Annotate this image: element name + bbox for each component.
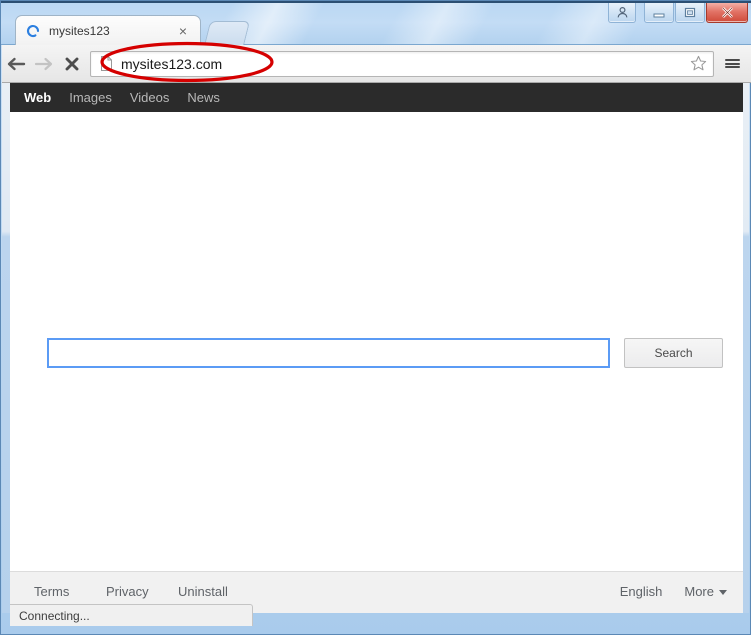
window-left-edge: [2, 83, 10, 613]
site-nav-item-videos[interactable]: Videos: [130, 90, 170, 105]
address-bar-url: mysites123.com: [121, 55, 223, 72]
page-viewport: Web Images Videos News Search Terms Priv…: [10, 83, 743, 613]
forward-button: [30, 50, 58, 78]
browser-window: mysites123 × mysites123.com Web Images V…: [0, 0, 751, 635]
address-bar[interactable]: mysites123.com: [90, 50, 714, 77]
back-arrow-icon: [7, 57, 26, 70]
chevron-down-icon: [719, 590, 727, 596]
browser-tab[interactable]: mysites123 ×: [15, 15, 201, 45]
status-bubble: Connecting...: [10, 604, 253, 626]
footer-language[interactable]: English: [620, 584, 663, 599]
search-input[interactable]: [47, 338, 610, 368]
search-button[interactable]: Search: [624, 338, 723, 368]
footer-more-label: More: [684, 584, 714, 599]
status-text: Connecting...: [19, 608, 90, 623]
tab-title: mysites123: [49, 23, 110, 38]
footer-more-dropdown[interactable]: More: [684, 584, 727, 599]
chrome-menu-button[interactable]: [719, 51, 745, 77]
site-navigation-bar: Web Images Videos News: [10, 83, 743, 112]
footer-link-privacy[interactable]: Privacy: [106, 584, 178, 599]
hamburger-icon: [724, 58, 740, 70]
footer-links-left: Terms Privacy Uninstall: [34, 584, 250, 599]
search-row: Search: [47, 338, 723, 368]
new-tab-button[interactable]: [203, 21, 251, 46]
screenshot-root: mysites123 × mysites123.com Web Images V…: [0, 0, 751, 635]
stop-button[interactable]: [58, 50, 86, 78]
bookmark-star-icon[interactable]: [690, 55, 707, 72]
loading-spinner-icon: [26, 24, 40, 38]
browser-toolbar: mysites123.com: [2, 45, 751, 83]
footer-link-uninstall[interactable]: Uninstall: [178, 584, 250, 599]
tab-close-icon[interactable]: ×: [175, 23, 191, 39]
back-button[interactable]: [2, 50, 30, 78]
site-nav-item-web[interactable]: Web: [24, 90, 51, 105]
page-document-icon: [100, 56, 113, 71]
window-titlebar: mysites123 ×: [1, 1, 751, 46]
forward-arrow-icon: [34, 57, 53, 70]
stop-x-icon: [65, 57, 79, 70]
tab-strip: mysites123 ×: [1, 15, 751, 46]
footer-links-right: English More: [598, 584, 727, 599]
site-nav-item-images[interactable]: Images: [69, 90, 112, 105]
site-nav-item-news[interactable]: News: [187, 90, 220, 105]
footer-link-terms[interactable]: Terms: [34, 584, 106, 599]
